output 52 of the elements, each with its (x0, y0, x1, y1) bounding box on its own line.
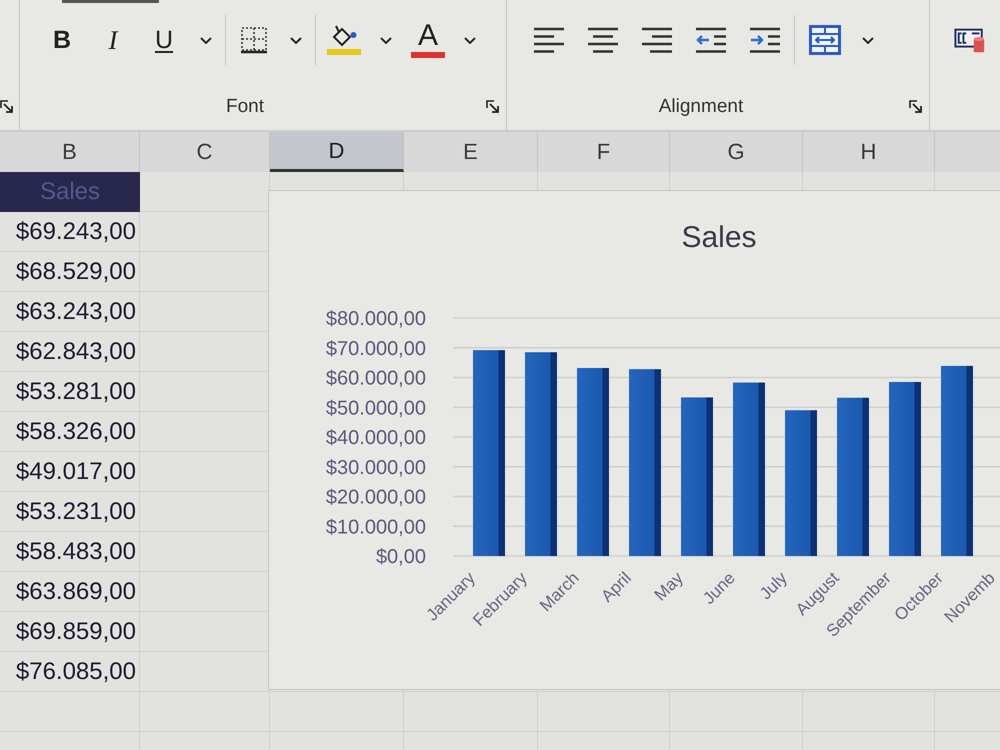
underline-button[interactable]: U (144, 20, 184, 60)
table-cell-text: $49.017,00 (14, 457, 137, 487)
increase-indent-icon (750, 27, 780, 53)
align-left-icon (534, 27, 564, 53)
y-axis-label: $60.000,00 (326, 368, 426, 390)
chart-title: Sales (681, 221, 757, 254)
decrease-indent-icon (696, 27, 726, 53)
table-cell-text: $62.843,00 (14, 337, 137, 367)
align-right-icon (642, 27, 672, 53)
y-axis-label: $20.000,00 (326, 486, 426, 508)
dialog-launcher-button[interactable] (909, 100, 923, 114)
paint-bucket-icon (330, 25, 358, 47)
chevron-down-icon (464, 36, 476, 44)
table-cell-text: $69.243,00 (14, 217, 137, 247)
table-cell-text: $53.231,00 (14, 497, 137, 527)
dialog-launcher-button[interactable] (486, 100, 500, 114)
column-header[interactable]: D (270, 132, 404, 172)
table-cell-text: $68.529,00 (14, 257, 137, 287)
chevron-down-icon (290, 36, 302, 44)
borders-icon (240, 26, 268, 54)
table-cell-text: $63.243,00 (14, 297, 137, 327)
italic-button[interactable]: I (93, 20, 133, 60)
table-cell-text: $69.859,00 (14, 617, 137, 647)
table-cell-text: $58.326,00 (14, 417, 137, 447)
table-cell-text: $58.483,00 (14, 537, 137, 567)
bold-button[interactable]: B (42, 20, 82, 60)
y-axis-label: $30.000,00 (326, 456, 426, 479)
table-header-cell: Sales (0, 172, 140, 212)
group-label: Font (226, 96, 264, 118)
table-cell-text: $63.869,00 (14, 577, 137, 607)
table-cell-text: $53.281,00 (14, 377, 137, 407)
dialog-launcher-button[interactable] (0, 100, 14, 114)
x-axis-label: July (756, 568, 791, 604)
chevron-down-icon (200, 36, 212, 44)
y-axis-label: $80.000,00 (326, 308, 426, 330)
chevron-down-icon (380, 36, 392, 44)
y-axis-label: $10.000,00 (326, 516, 426, 538)
y-axis-label: $0,00 (376, 546, 426, 568)
font-color-button[interactable]: A (408, 20, 448, 60)
launcher-arrow-icon (486, 100, 500, 114)
align-center-icon (588, 27, 618, 53)
chevron-down-icon (862, 36, 874, 44)
y-axis-label: $70.000,00 (326, 338, 426, 360)
x-axis-label: May (650, 568, 687, 605)
y-axis-label: $40.000,00 (326, 427, 426, 449)
table-cell-text: $76.085,00 (14, 657, 137, 687)
dropdown-field[interactable] (62, 0, 159, 3)
y-axis-label: $50.000,00 (326, 397, 426, 420)
launcher-arrow-icon (0, 100, 14, 114)
launcher-arrow-icon (909, 100, 923, 114)
group-label: Alignment (658, 96, 744, 118)
merge-cells-icon (808, 25, 840, 55)
